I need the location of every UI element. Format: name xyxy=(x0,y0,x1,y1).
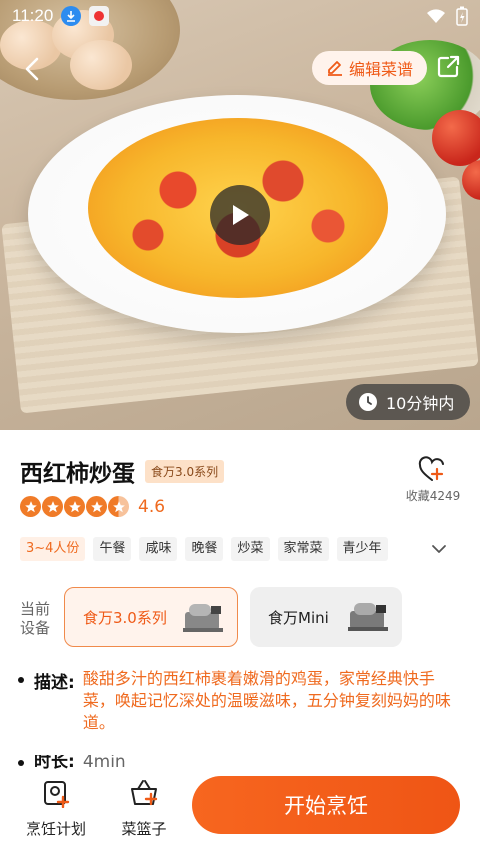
star-icon xyxy=(86,496,107,517)
edit-pencil-icon xyxy=(327,61,342,76)
basket-add-icon xyxy=(131,780,158,806)
edit-recipe-button[interactable]: 编辑菜谱 xyxy=(312,51,427,85)
battery-icon xyxy=(456,6,468,26)
status-bar: 11:20 xyxy=(0,0,480,32)
tag-list: 3~4人份 午餐 咸味 晚餐 炒菜 家常菜 青少年 xyxy=(20,537,388,561)
download-icon xyxy=(61,6,82,26)
star-icon xyxy=(20,496,41,517)
bullet xyxy=(18,677,24,683)
bullet xyxy=(18,760,24,766)
half-star-icon xyxy=(108,496,129,517)
cooking-plan-button[interactable]: 烹饪计划 xyxy=(16,778,96,839)
device-name: 食万Mini xyxy=(268,608,329,627)
tomato xyxy=(432,110,480,166)
cooking-machine-icon xyxy=(183,604,223,632)
egg xyxy=(70,40,132,90)
tag[interactable]: 咸味 xyxy=(139,537,178,561)
description-label: 描述: xyxy=(34,673,75,693)
plan-add-icon xyxy=(44,781,70,809)
back-arrow-icon xyxy=(25,57,39,81)
recipe-hero-image: 编辑菜谱 10分钟内 xyxy=(0,0,480,430)
duration-row: 时长: 4min xyxy=(18,755,126,771)
tag[interactable]: 家常菜 xyxy=(277,537,329,561)
description-text: 酸甜多汁的西红柿裹着嫩滑的鸡蛋，家常经典快手菜，唤起记忆深处的温暖滋味，五分钟复… xyxy=(82,669,451,732)
bottom-action-bar: 烹饪计划 菜篮子 开始烹饪 xyxy=(0,770,480,855)
back-button[interactable] xyxy=(18,54,48,84)
clock-icon xyxy=(359,393,377,411)
expand-tags-button[interactable] xyxy=(430,540,448,558)
description-row: 描述: 酸甜多汁的西红柿裹着嫩滑的鸡蛋，家常经典快手菜，唤起记忆深处的温暖滋味，… xyxy=(18,668,458,734)
cooking-time-text: 10分钟内 xyxy=(386,394,455,413)
wifi-icon xyxy=(427,9,445,23)
favorite-button[interactable]: 收藏4249 xyxy=(405,456,461,504)
tag[interactable]: 晚餐 xyxy=(185,537,224,561)
device-option-shiwan-3[interactable]: 食万3.0系列 xyxy=(64,587,238,647)
tag[interactable]: 午餐 xyxy=(93,537,132,561)
favorites-count: 收藏4249 xyxy=(405,489,461,503)
device-option-shiwan-mini[interactable]: 食万Mini xyxy=(250,587,402,647)
play-video-button[interactable] xyxy=(210,185,270,245)
share-button[interactable] xyxy=(434,53,462,81)
duration-value: 4min xyxy=(82,755,126,771)
basket-label: 菜篮子 xyxy=(121,820,167,838)
rating-value: 4.6 xyxy=(138,496,166,517)
app-notification-icon xyxy=(89,6,110,26)
chevron-down-icon xyxy=(432,545,446,553)
cooking-plan-label: 烹饪计划 xyxy=(25,820,86,838)
star-icon xyxy=(64,496,85,517)
recipe-title-row: 西红柿炒蛋 食万3.0系列 xyxy=(20,454,225,488)
series-badge: 食万3.0系列 xyxy=(145,459,225,483)
basket-button[interactable]: 菜篮子 xyxy=(104,778,184,839)
tomato xyxy=(462,160,480,200)
heart-plus-icon xyxy=(418,456,444,481)
current-device-label: 当前设备 xyxy=(20,600,54,638)
star-icon xyxy=(42,496,63,517)
cooking-machine-icon xyxy=(348,603,388,631)
status-time: 11:20 xyxy=(12,6,54,25)
play-icon xyxy=(233,205,249,225)
device-name: 食万3.0系列 xyxy=(83,608,167,627)
edit-recipe-label: 编辑菜谱 xyxy=(348,60,413,79)
tag[interactable]: 青少年 xyxy=(336,537,388,561)
share-icon xyxy=(437,55,460,78)
start-cooking-button[interactable]: 开始烹饪 xyxy=(192,776,460,834)
rating: 4.6 xyxy=(20,496,165,517)
current-device-label-text: 当前设备 xyxy=(20,600,51,637)
tag[interactable]: 炒菜 xyxy=(231,537,270,561)
tag-servings[interactable]: 3~4人份 xyxy=(20,537,86,561)
duration-label: 时长: xyxy=(34,755,75,771)
cooking-time-badge: 10分钟内 xyxy=(346,384,470,420)
recipe-title: 西红柿炒蛋 xyxy=(20,461,135,487)
